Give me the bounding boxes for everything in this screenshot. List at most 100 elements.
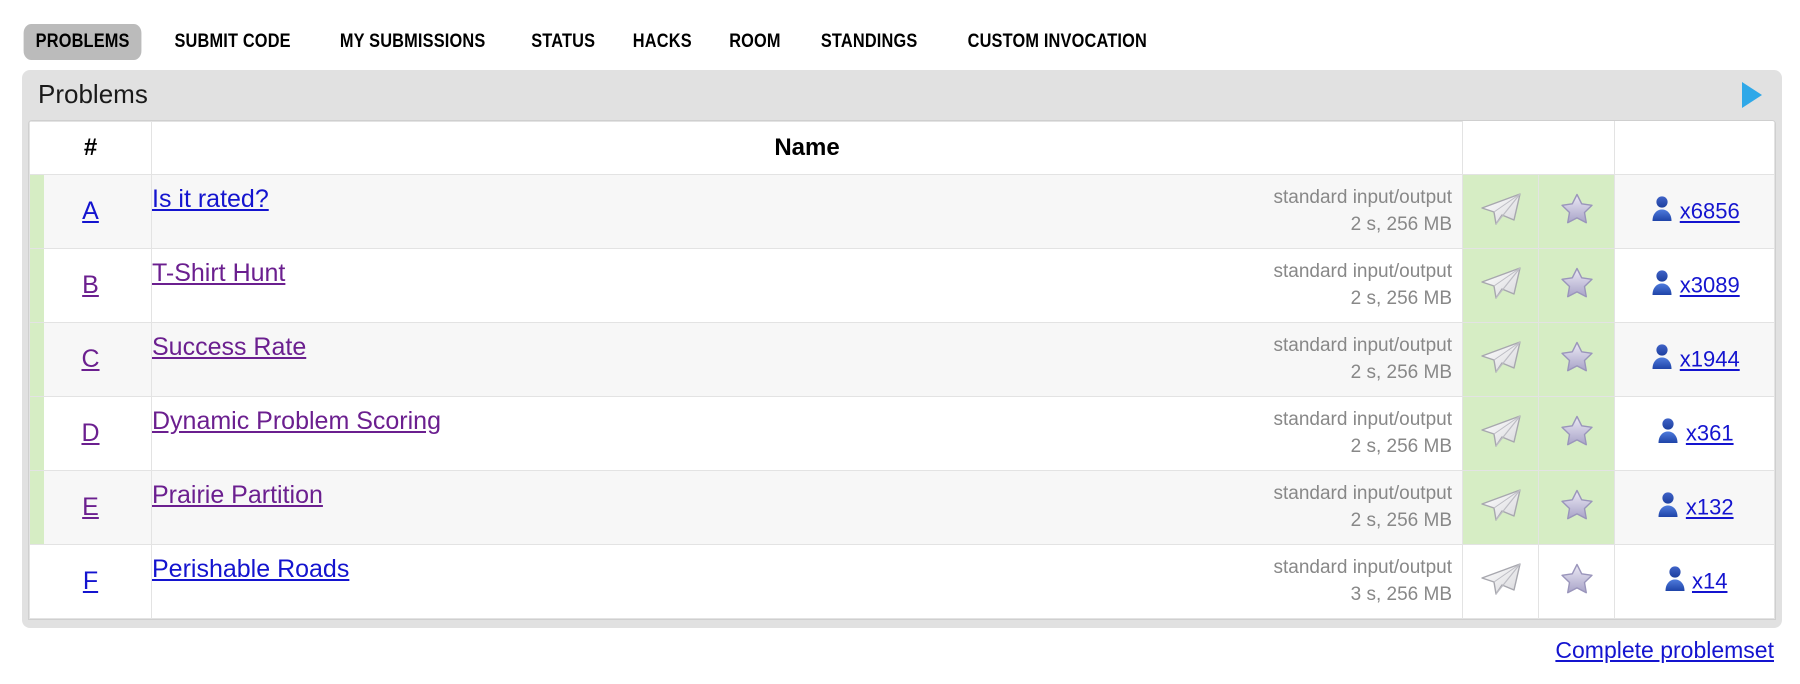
nav-item-status[interactable]: STATUS (519, 24, 607, 60)
problems-table-container: # Name Astandard input/output 2 s, 256 MB… (28, 120, 1776, 620)
nav-item-submit-code[interactable]: SUBMIT CODE (163, 24, 303, 60)
problem-time-memory-label: 2 s, 256 MB (1350, 213, 1452, 235)
solvers-count-link[interactable]: x6856 (1680, 199, 1740, 224)
paper-plane-icon[interactable] (1480, 266, 1522, 305)
problem-name-cell: standard input/output 2 s, 256 MB Success … (151, 322, 1463, 397)
problem-name-cell: standard input/output 2 s, 256 MB Is it ra… (151, 174, 1463, 249)
nav-item-custom-invocation[interactable]: CUSTOM INVOCATION (955, 24, 1158, 60)
problem-index-link[interactable]: E (82, 493, 99, 521)
star-icon[interactable] (1559, 487, 1595, 528)
problem-limits: standard input/output 3 s, 256 MB (1273, 555, 1462, 609)
problems-table: # Name Astandard input/output 2 s, 256 MB… (29, 121, 1775, 619)
problem-index-cell: A (29, 174, 152, 249)
problem-index-link[interactable]: A (82, 197, 99, 225)
problem-index-link[interactable]: F (83, 567, 98, 595)
nav-item-room[interactable]: ROOM (717, 24, 793, 60)
problem-limits: standard input/output 2 s, 256 MB (1273, 407, 1462, 461)
favorite-cell[interactable] (1538, 322, 1615, 397)
problem-index-cell: F (29, 544, 152, 619)
problem-limits: standard input/output 2 s, 256 MB (1273, 259, 1462, 313)
problem-index-link[interactable]: C (81, 345, 99, 373)
problems-table-body: Astandard input/output 2 s, 256 MB Is it r… (29, 174, 1775, 619)
column-header-icons (1462, 121, 1615, 175)
column-header-solvers (1614, 121, 1775, 175)
problem-name-cell: standard input/output 2 s, 256 MB Dynamic … (151, 396, 1463, 471)
problem-io-label: standard input/output (1273, 482, 1452, 504)
solvers-count-link[interactable]: x361 (1686, 421, 1734, 446)
user-icon (1649, 195, 1675, 228)
star-icon[interactable] (1559, 413, 1595, 454)
problem-index-cell: C (29, 322, 152, 397)
problem-index-link[interactable]: D (81, 419, 99, 447)
user-icon (1649, 343, 1675, 376)
user-icon (1649, 269, 1675, 302)
submit-solution-cell[interactable] (1462, 174, 1539, 249)
problem-name-cell: standard input/output 3 s, 256 MB Perishab… (151, 544, 1463, 619)
play-triangle-right-icon[interactable] (1742, 82, 1762, 108)
table-row: Fstandard input/output 3 s, 256 MB Perisha… (29, 544, 1775, 619)
user-icon (1655, 491, 1681, 524)
complete-problemset-link[interactable]: Complete problemset (1555, 637, 1774, 663)
favorite-cell[interactable] (1538, 174, 1615, 249)
star-icon[interactable] (1559, 339, 1595, 380)
problem-limits: standard input/output 2 s, 256 MB (1273, 481, 1462, 535)
page-title: Problems (38, 78, 148, 109)
problems-table-head: # Name (29, 121, 1775, 175)
user-icon (1662, 565, 1688, 598)
problem-index-cell: D (29, 396, 152, 471)
solvers-count-link[interactable]: x1944 (1680, 347, 1740, 372)
submit-solution-cell[interactable] (1462, 544, 1539, 619)
submit-solution-cell[interactable] (1462, 322, 1539, 397)
star-icon[interactable] (1559, 561, 1595, 602)
problem-io-label: standard input/output (1273, 556, 1452, 578)
paper-plane-icon[interactable] (1480, 414, 1522, 453)
table-row: Bstandard input/output 2 s, 256 MB T-Shirt… (29, 248, 1775, 323)
favorite-cell[interactable] (1538, 544, 1615, 619)
problems-panel-header: Problems (22, 70, 1782, 120)
problem-time-memory-label: 2 s, 256 MB (1350, 361, 1452, 383)
table-row: Astandard input/output 2 s, 256 MB Is it r… (29, 174, 1775, 249)
favorite-cell[interactable] (1538, 248, 1615, 323)
table-row: Cstandard input/output 2 s, 256 MB Success… (29, 322, 1775, 397)
problem-io-label: standard input/output (1273, 186, 1452, 208)
solvers-count-cell: x6856 (1614, 174, 1775, 249)
star-icon[interactable] (1559, 265, 1595, 306)
solvers-count-link[interactable]: x132 (1686, 495, 1734, 520)
star-icon[interactable] (1559, 191, 1595, 232)
problem-name-link[interactable]: Dynamic Problem Scoring (152, 407, 441, 435)
main-nav: PROBLEMS SUBMIT CODE MY SUBMISSIONS STATUS H… (0, 22, 1175, 62)
user-icon (1655, 417, 1681, 450)
problem-limits: standard input/output 2 s, 256 MB (1273, 185, 1462, 239)
nav-item-standings[interactable]: STANDINGS (808, 24, 929, 60)
problem-time-memory-label: 3 s, 256 MB (1350, 583, 1452, 605)
favorite-cell[interactable] (1538, 396, 1615, 471)
solvers-count-link[interactable]: x3089 (1680, 273, 1740, 298)
solvers-count-cell: x1944 (1614, 322, 1775, 397)
problem-name-link[interactable]: Success Rate (152, 333, 306, 361)
paper-plane-icon[interactable] (1480, 562, 1522, 601)
problem-time-memory-label: 2 s, 256 MB (1350, 287, 1452, 309)
problem-index-cell: B (29, 248, 152, 323)
problem-name-cell: standard input/output 2 s, 256 MB Prairie … (151, 470, 1463, 545)
solvers-count-link[interactable]: x14 (1692, 569, 1727, 594)
problem-name-link[interactable]: Perishable Roads (152, 555, 349, 583)
problem-index-link[interactable]: B (82, 271, 99, 299)
table-row: Dstandard input/output 2 s, 256 MB Dynamic… (29, 396, 1775, 471)
column-header-index: # (29, 121, 152, 175)
table-header-row: # Name (29, 121, 1775, 175)
paper-plane-icon[interactable] (1480, 192, 1522, 231)
paper-plane-icon[interactable] (1480, 340, 1522, 379)
favorite-cell[interactable] (1538, 470, 1615, 545)
submit-solution-cell[interactable] (1462, 470, 1539, 545)
submit-solution-cell[interactable] (1462, 248, 1539, 323)
paper-plane-icon[interactable] (1480, 488, 1522, 527)
nav-item-hacks[interactable]: HACKS (621, 24, 704, 60)
nav-item-my-submissions[interactable]: MY SUBMISSIONS (328, 24, 498, 60)
problem-time-memory-label: 2 s, 256 MB (1350, 435, 1452, 457)
problem-name-link[interactable]: T-Shirt Hunt (152, 259, 285, 287)
problem-name-cell: standard input/output 2 s, 256 MB T-Shirt … (151, 248, 1463, 323)
nav-item-problems[interactable]: PROBLEMS (23, 24, 142, 60)
submit-solution-cell[interactable] (1462, 396, 1539, 471)
problem-name-link[interactable]: Is it rated? (152, 185, 269, 213)
problem-name-link[interactable]: Prairie Partition (152, 481, 323, 509)
